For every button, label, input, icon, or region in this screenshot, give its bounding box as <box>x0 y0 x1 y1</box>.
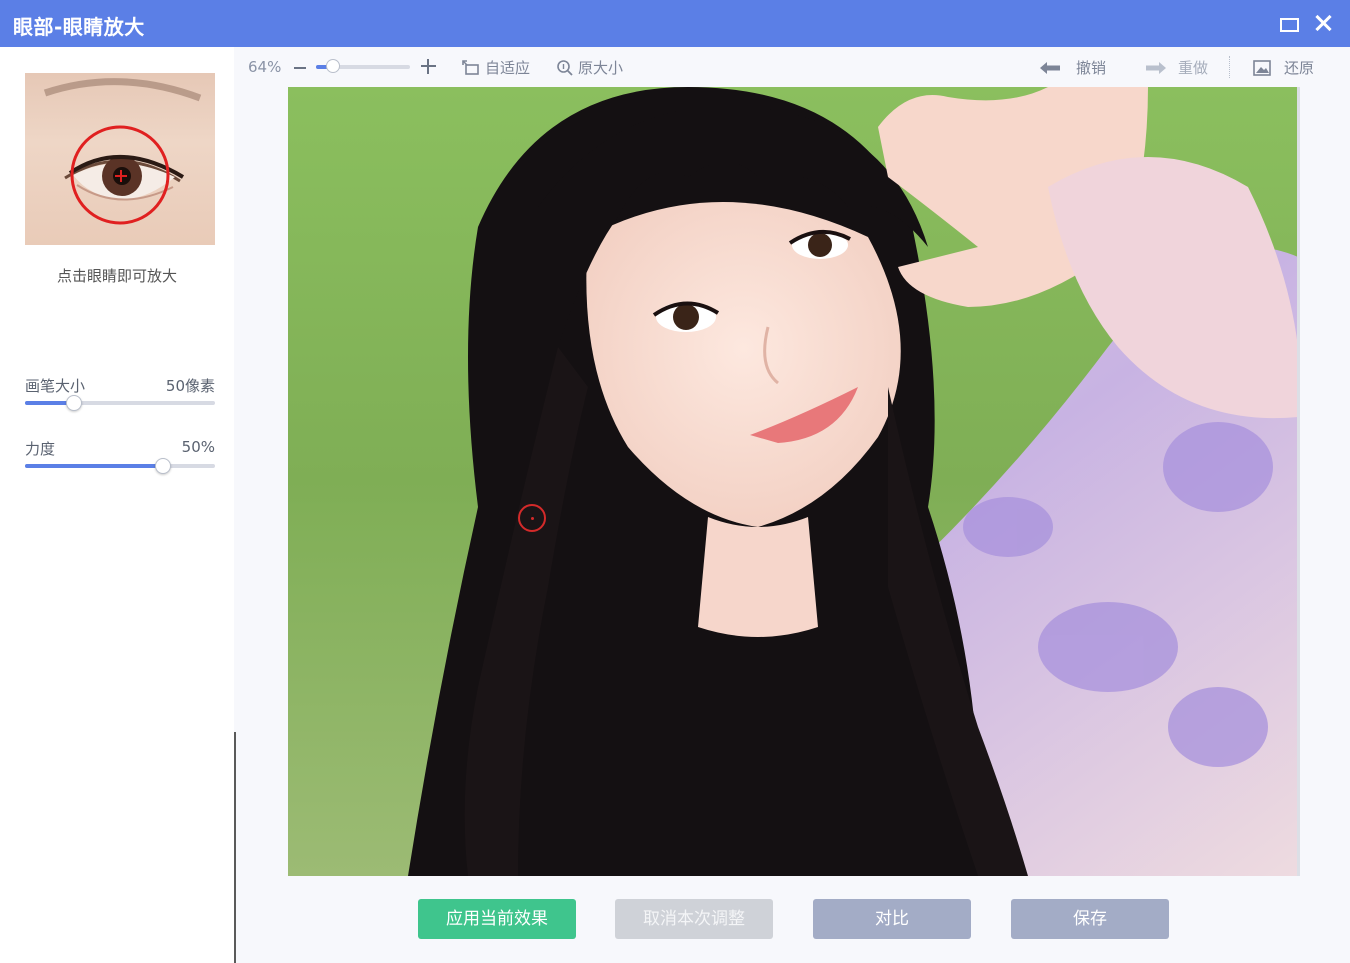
restore-button[interactable]: 还原 <box>1252 57 1314 78</box>
brush-size-value: 50像素 <box>165 377 215 395</box>
brush-size-slider-thumb[interactable] <box>65 395 82 411</box>
canvas-edge <box>1297 87 1300 876</box>
undo-button[interactable]: 撤销 <box>1038 57 1106 78</box>
undo-label: 撤销 <box>1076 59 1107 77</box>
fit-button[interactable]: 自适应 <box>461 57 530 78</box>
redo-arrow-icon <box>1146 61 1166 74</box>
cancel-adjustment-button[interactable]: 取消本次调整 <box>615 899 773 939</box>
zoom-in-icon[interactable] <box>421 59 436 74</box>
restore-image-icon <box>1253 59 1271 76</box>
window-title: 眼部-眼睛放大 <box>13 15 145 39</box>
eye-example-illustration <box>43 78 202 225</box>
brush-cursor[interactable] <box>518 504 546 532</box>
photo-canvas[interactable] <box>288 87 1298 876</box>
fit-icon <box>462 59 479 75</box>
undo-arrow-icon <box>1040 61 1060 74</box>
zoom-percent: 64% <box>248 58 282 76</box>
restore-label: 还原 <box>1284 59 1315 77</box>
eye-hint-text: 点击眼睛即可放大 <box>56 267 177 285</box>
original-size-label: 原大小 <box>578 59 624 77</box>
strength-value: 50% <box>181 438 215 456</box>
apply-effect-button[interactable]: 应用当前效果 <box>418 899 576 939</box>
compare-button[interactable]: 对比 <box>813 899 971 939</box>
save-button[interactable]: 保存 <box>1011 899 1169 939</box>
original-size-button[interactable]: 原大小 <box>556 57 623 78</box>
sidebar: 点击眼睛即可放大 画笔大小 50像素 力度 50% <box>0 47 234 963</box>
zoom-out-icon[interactable] <box>294 67 306 69</box>
strength-slider-thumb[interactable] <box>154 458 171 474</box>
redo-button[interactable]: 重做 <box>1142 57 1208 78</box>
brush-size-label: 画笔大小 <box>25 377 86 395</box>
zoom-slider[interactable] <box>316 59 410 73</box>
brush-size-slider[interactable] <box>25 395 215 411</box>
magnifier-icon <box>557 59 573 76</box>
zoom-slider-thumb[interactable] <box>325 59 340 73</box>
sidebar-divider <box>234 732 236 963</box>
redo-label: 重做 <box>1178 59 1209 77</box>
strength-slider-fill <box>25 464 162 468</box>
toolbar-separator <box>1229 56 1231 78</box>
eye-example-image <box>25 73 215 245</box>
portrait-photo <box>288 87 1298 876</box>
title-bar: 眼部-眼睛放大 <box>0 0 1350 47</box>
maximize-icon[interactable] <box>1278 14 1300 34</box>
close-icon[interactable] <box>1312 12 1334 34</box>
toolbar: 64% 自适应 原大小 撤销 重做 还原 <box>236 47 1350 87</box>
strength-label: 力度 <box>25 440 56 458</box>
fit-label: 自适应 <box>485 59 531 77</box>
strength-slider[interactable] <box>25 458 215 474</box>
